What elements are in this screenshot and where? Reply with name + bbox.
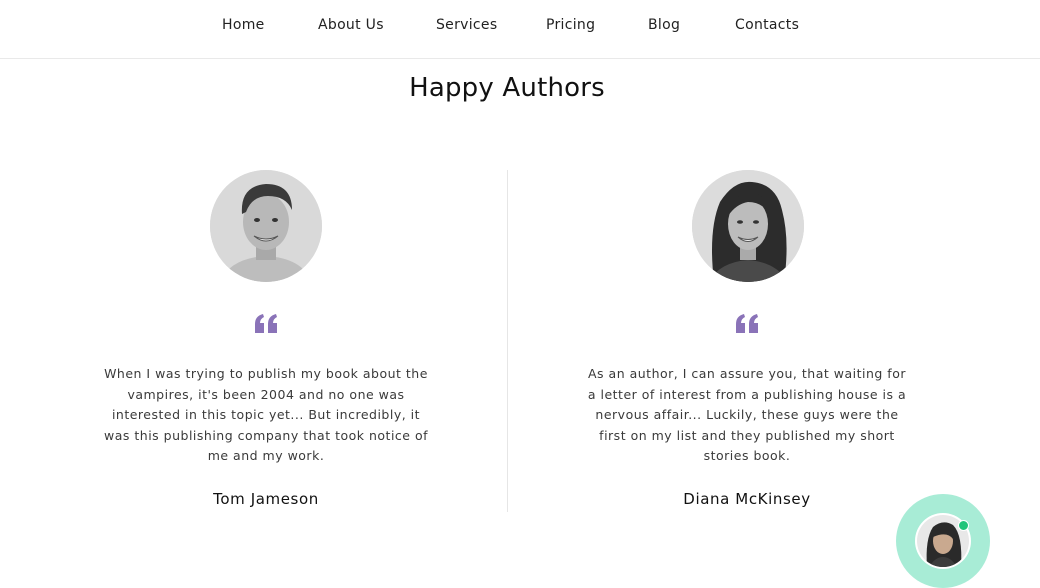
- nav-item-home[interactable]: Home: [222, 17, 265, 33]
- nav-item-services[interactable]: Services: [436, 17, 497, 33]
- chat-widget-button[interactable]: [896, 494, 990, 588]
- section-title: Happy Authors: [409, 73, 605, 103]
- top-navigation: Home About Us Services Pricing Blog Cont…: [0, 0, 1040, 59]
- testimonial-text-diana: As an author, I can assure you, that wai…: [587, 366, 907, 463]
- author-photo-diana: [692, 170, 804, 282]
- column-divider: [507, 170, 508, 512]
- author-photo-tom: [210, 170, 322, 282]
- nav-item-pricing[interactable]: Pricing: [546, 17, 595, 33]
- quote-icon: [736, 314, 758, 333]
- author-name-diana: Diana McKinsey: [683, 490, 811, 508]
- online-status-indicator: [958, 520, 969, 531]
- man-portrait-icon: [210, 170, 322, 282]
- author-name-tom: Tom Jameson: [213, 490, 319, 508]
- testimonial-text-tom: When I was trying to publish my book abo…: [104, 366, 429, 463]
- nav-item-about-us[interactable]: About Us: [318, 17, 384, 33]
- quote-icon: [255, 314, 277, 333]
- nav-item-blog[interactable]: Blog: [648, 17, 680, 33]
- nav-item-contacts[interactable]: Contacts: [735, 17, 799, 33]
- woman-portrait-icon: [692, 170, 804, 282]
